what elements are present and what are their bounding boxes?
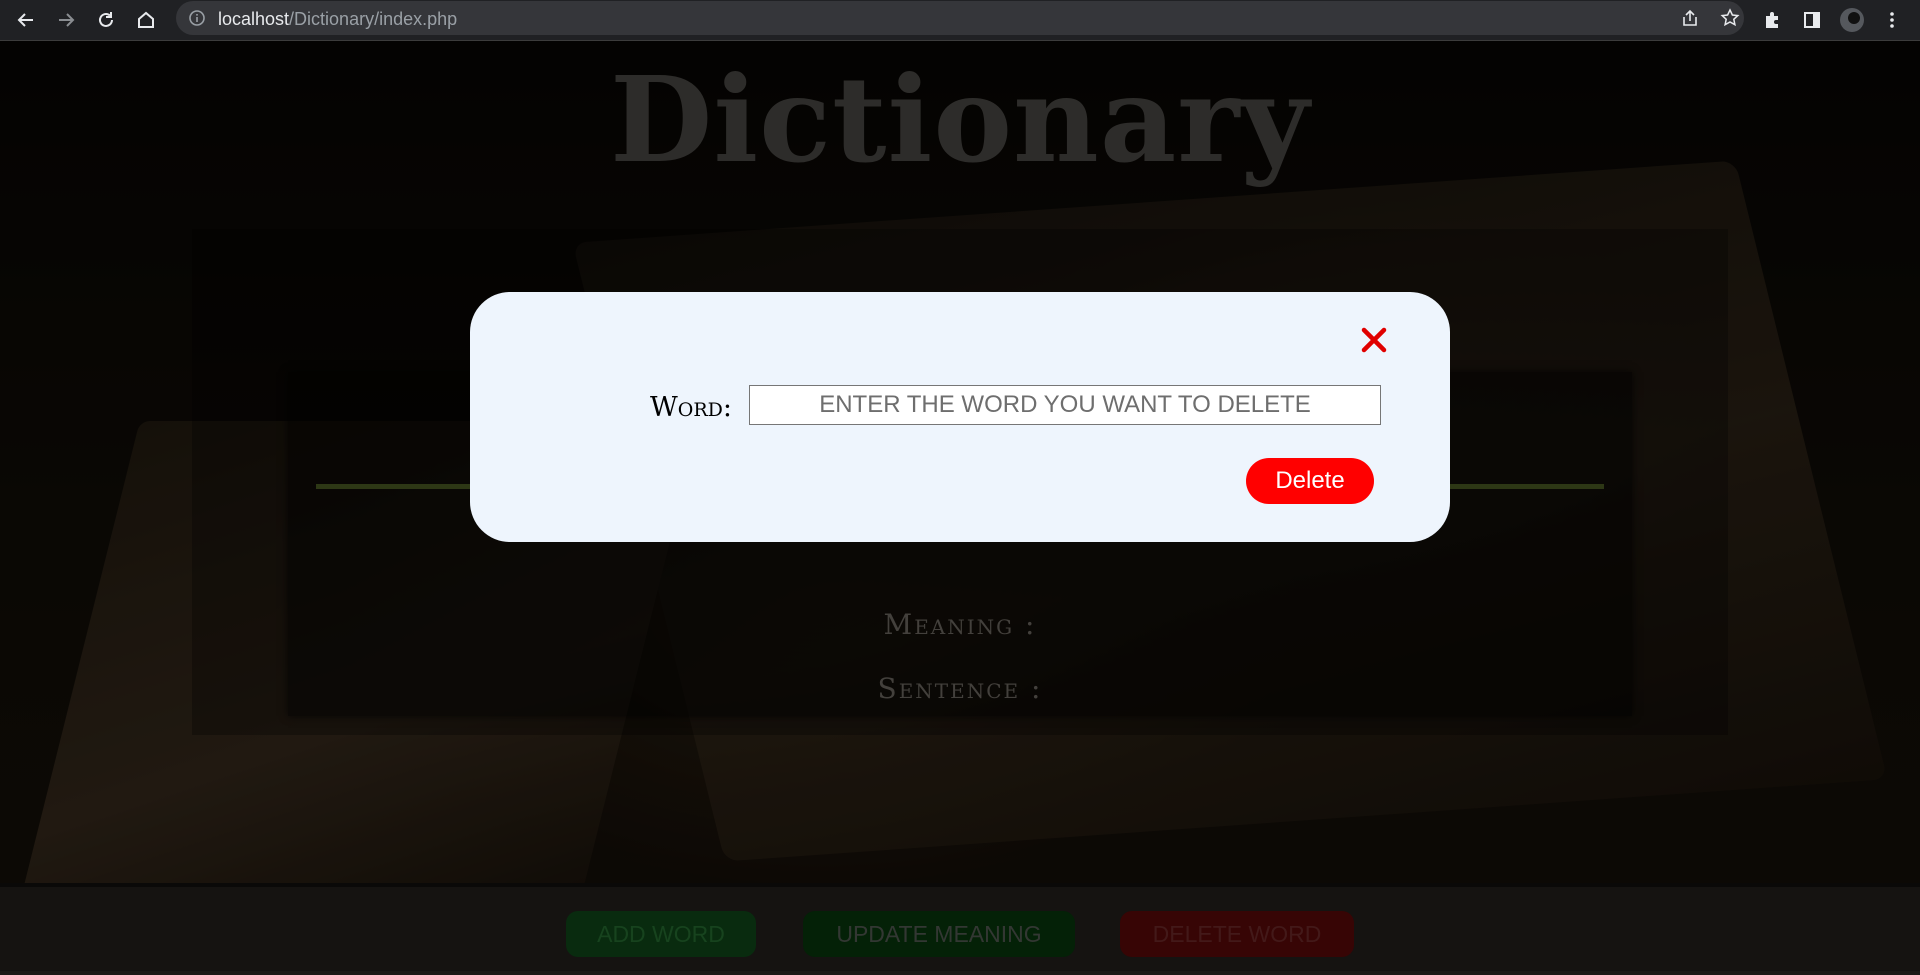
word-label: Word: <box>650 392 732 423</box>
home-icon <box>138 11 154 28</box>
close-x-icon <box>1361 327 1387 353</box>
extensions-button[interactable] <box>1758 6 1786 34</box>
puzzle-icon <box>1766 12 1778 28</box>
reload-icon <box>99 12 113 27</box>
side-panel-icon <box>1804 12 1820 28</box>
star-icon <box>1720 8 1740 27</box>
reload-button[interactable] <box>92 6 120 34</box>
forward-arrow-icon <box>59 13 75 27</box>
side-panel-button[interactable] <box>1798 6 1826 34</box>
menu-button[interactable] <box>1878 6 1906 34</box>
delete-button[interactable]: Delete <box>1246 458 1374 504</box>
forward-button[interactable] <box>52 6 80 34</box>
avatar-icon <box>1840 8 1864 32</box>
word-input[interactable] <box>749 385 1381 425</box>
delete-word-modal: Word: Delete <box>470 292 1450 542</box>
close-button[interactable] <box>1358 324 1390 356</box>
bookmark-button[interactable] <box>1716 4 1744 32</box>
back-button[interactable] <box>12 6 40 34</box>
browser-toolbar: localhost/Dictionary/index.php <box>0 0 1920 41</box>
address-bar[interactable]: localhost/Dictionary/index.php <box>176 1 1744 35</box>
share-button[interactable] <box>1676 4 1704 32</box>
url-text: localhost/Dictionary/index.php <box>218 9 458 29</box>
share-icon <box>1683 9 1697 26</box>
profile-avatar[interactable] <box>1838 6 1866 34</box>
back-arrow-icon <box>17 13 33 27</box>
home-button[interactable] <box>132 6 160 34</box>
info-icon <box>189 10 205 26</box>
kebab-menu-icon <box>1890 12 1894 28</box>
